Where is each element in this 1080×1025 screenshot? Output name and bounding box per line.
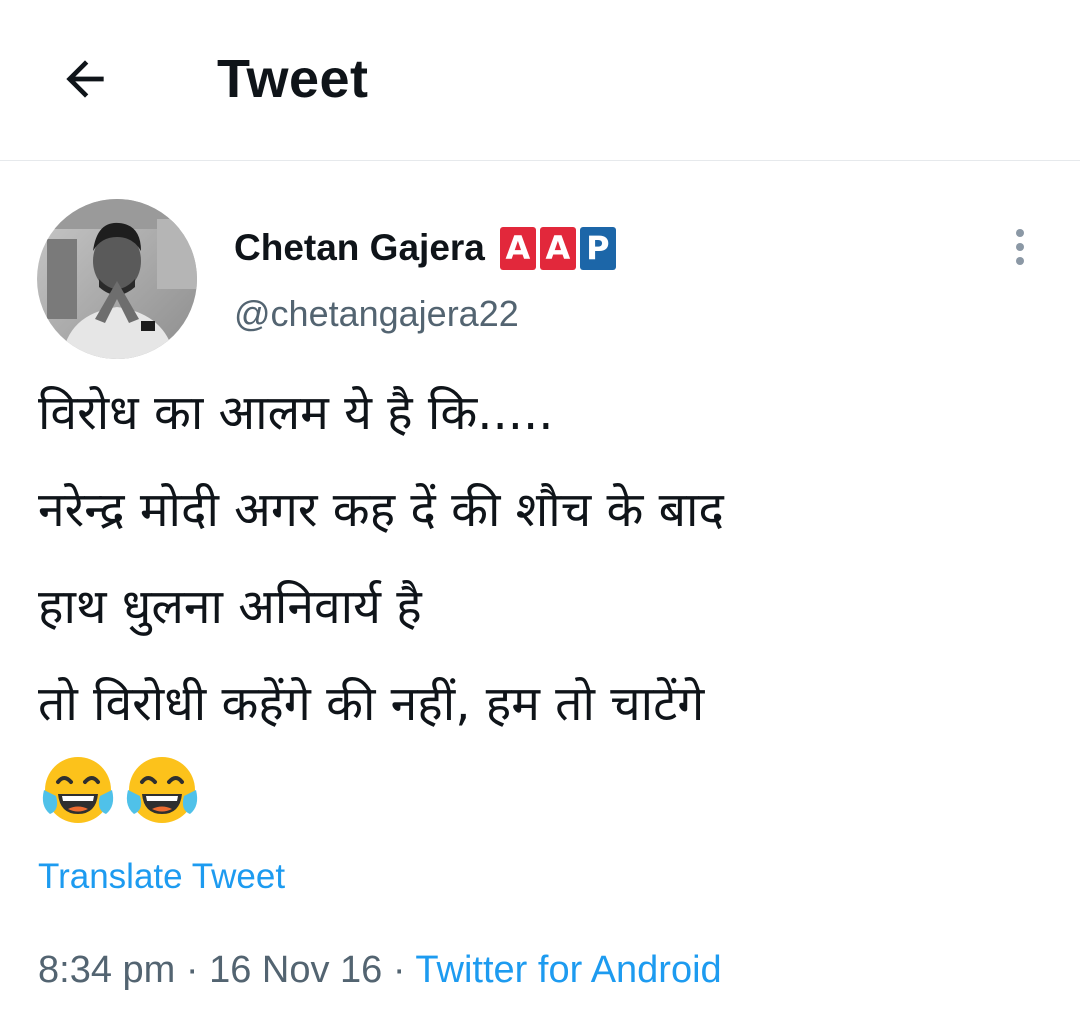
arrow-left-icon (66, 60, 104, 98)
more-vertical-icon (1016, 229, 1024, 237)
emoji-row (40, 752, 200, 828)
translate-tweet-link[interactable]: Translate Tweet (38, 854, 285, 900)
meta-separator: · (175, 949, 210, 991)
party-badge: P (579, 226, 616, 270)
face-with-tears-of-joy-icon (126, 757, 198, 823)
author-name[interactable]: Chetan Gajera (234, 222, 485, 274)
tweet-date: 16 Nov 16 (209, 949, 383, 991)
tweet-meta: 8:34 pm · 16 Nov 16 · Twitter for Androi… (38, 944, 722, 996)
more-vertical-icon-dot (1016, 243, 1024, 251)
tweet-line: नरेन्द्र मोदी अगर कह दें की शौच के बाद (38, 482, 724, 538)
author-name-row: Chetan Gajera A A P (234, 222, 616, 274)
tweet-source-link[interactable]: Twitter for Android (415, 949, 721, 991)
top-bar: Tweet (0, 0, 1080, 161)
tweet-line: हाथ धुलना अनिवार्य है (38, 579, 422, 635)
tweet-line: विरोध का आलम ये है कि..... (38, 385, 554, 441)
more-vertical-icon-dot (1016, 257, 1024, 265)
more-options-button[interactable] (1004, 222, 1036, 272)
tweet-text: विरोध का आलम ये है कि..... नरेन्द्र मोदी… (38, 365, 1048, 753)
profile-photo-icon (37, 199, 197, 359)
meta-separator: · (382, 949, 416, 991)
face-with-tears-of-joy-icon (42, 757, 114, 823)
party-badge: A (539, 226, 576, 270)
avatar[interactable] (37, 199, 197, 359)
party-badges: A A P (499, 226, 616, 270)
tweet-time: 8:34 pm (38, 949, 176, 991)
tweet-line: तो विरोधी कहेंगे की नहीं, हम तो चाटेंगे (38, 676, 705, 732)
page-title: Tweet (217, 49, 369, 109)
party-badge: A (499, 226, 536, 270)
back-button[interactable] (50, 44, 120, 114)
author-handle[interactable]: @chetangajera22 (234, 290, 519, 338)
